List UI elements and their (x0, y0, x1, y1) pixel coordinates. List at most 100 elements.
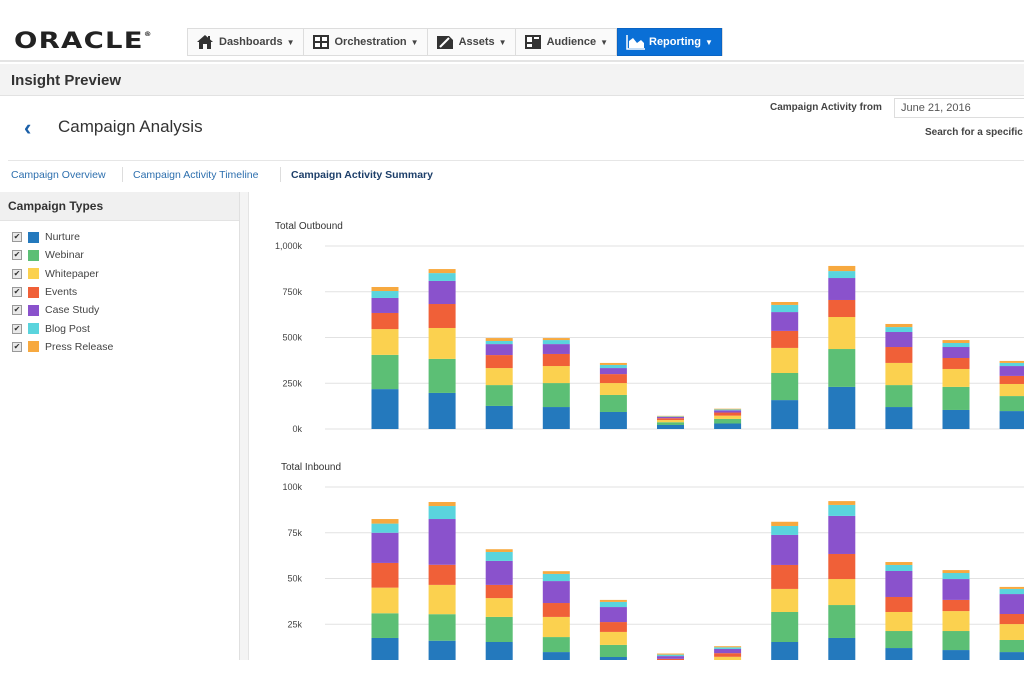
bar-stack[interactable] (371, 286, 399, 429)
checkbox[interactable]: ✔ (12, 287, 22, 298)
bar-segment-blog-post[interactable] (885, 327, 913, 333)
bar-segment-blog-post[interactable] (942, 342, 970, 348)
bar-segment-nurture[interactable] (999, 411, 1024, 429)
bar-segment-nurture[interactable] (885, 648, 913, 660)
bar-segment-events[interactable] (714, 653, 742, 657)
bar-segment-nurture[interactable] (828, 386, 856, 429)
bar-segment-nurture[interactable] (428, 640, 456, 660)
bar-segment-webinar[interactable] (942, 386, 970, 410)
nav-dashboards[interactable]: Dashboards ▼ (188, 29, 304, 55)
bar-segment-case-study[interactable] (942, 347, 970, 358)
bar-segment-events[interactable] (714, 412, 742, 416)
bar-segment-nurture[interactable] (942, 650, 970, 660)
bar-stack[interactable] (714, 408, 742, 429)
bar-stack[interactable] (999, 360, 1024, 429)
bar-segment-events[interactable] (485, 584, 513, 599)
bar-segment-nurture[interactable] (885, 407, 913, 429)
bar-segment-webinar[interactable] (428, 358, 456, 393)
bar-segment-blog-post[interactable] (485, 340, 513, 345)
bar-segment-press-release[interactable] (771, 521, 799, 526)
bar-segment-webinar[interactable] (485, 385, 513, 406)
bar-segment-press-release[interactable] (885, 562, 913, 565)
bar-segment-webinar[interactable] (771, 611, 799, 643)
campaign-type-nurture[interactable]: ✔ Nurture (0, 228, 239, 246)
bar-segment-whitepaper[interactable] (485, 598, 513, 617)
bar-segment-whitepaper[interactable] (599, 631, 627, 645)
bar-segment-blog-post[interactable] (599, 364, 627, 369)
bar-segment-events[interactable] (371, 562, 399, 588)
bar-segment-blog-post[interactable] (771, 304, 799, 313)
bar-segment-blog-post[interactable] (542, 573, 570, 582)
bar-segment-webinar[interactable] (542, 637, 570, 653)
bar-segment-nurture[interactable] (999, 652, 1024, 660)
bar-stack[interactable] (485, 338, 513, 429)
bar-segment-nurture[interactable] (428, 392, 456, 429)
bar-segment-nurture[interactable] (828, 637, 856, 660)
checkbox[interactable]: ✔ (12, 305, 22, 316)
bar-segment-case-study[interactable] (485, 344, 513, 356)
bar-segment-nurture[interactable] (542, 407, 570, 429)
bar-segment-blog-post[interactable] (599, 601, 627, 608)
campaign-type-events[interactable]: ✔ Events (0, 283, 239, 301)
bar-stack[interactable] (828, 501, 856, 660)
tab-campaign-activity-summary[interactable]: Campaign Activity Summary (291, 169, 433, 181)
bar-segment-blog-post[interactable] (428, 506, 456, 520)
bar-segment-whitepaper[interactable] (542, 616, 570, 638)
bar-segment-events[interactable] (542, 603, 570, 617)
bar-segment-whitepaper[interactable] (771, 347, 799, 374)
bar-segment-blog-post[interactable] (371, 523, 399, 533)
bar-segment-case-study[interactable] (428, 519, 456, 565)
bar-segment-events[interactable] (599, 622, 627, 632)
panel-splitter[interactable] (240, 192, 249, 660)
bar-stack[interactable] (599, 362, 627, 429)
bar-segment-webinar[interactable] (999, 396, 1024, 412)
bar-segment-press-release[interactable] (942, 570, 970, 574)
bar-segment-case-study[interactable] (657, 656, 684, 659)
tab-campaign-overview[interactable]: Campaign Overview (11, 169, 106, 181)
bar-segment-case-study[interactable] (599, 368, 627, 375)
bar-segment-case-study[interactable] (885, 332, 913, 348)
bar-segment-press-release[interactable] (485, 338, 513, 341)
bar-stack[interactable] (485, 549, 513, 660)
bar-segment-press-release[interactable] (599, 362, 627, 365)
bar-segment-press-release[interactable] (371, 519, 399, 524)
bar-segment-events[interactable] (828, 553, 856, 580)
bar-segment-case-study[interactable] (371, 532, 399, 563)
bar-segment-case-study[interactable] (542, 344, 570, 354)
bar-segment-blog-post[interactable] (828, 271, 856, 279)
bar-segment-whitepaper[interactable] (428, 327, 456, 359)
bar-segment-press-release[interactable] (942, 340, 970, 343)
bar-segment-nurture[interactable] (485, 405, 513, 429)
bar-segment-press-release[interactable] (885, 323, 913, 328)
nav-orchestration[interactable]: Orchestration ▼ (304, 29, 428, 55)
bar-segment-webinar[interactable] (885, 385, 913, 408)
bar-segment-webinar[interactable] (542, 383, 570, 408)
nav-assets[interactable]: Assets ▼ (428, 29, 516, 55)
bar-segment-webinar[interactable] (999, 639, 1024, 653)
bar-stack[interactable] (885, 323, 913, 429)
bar-segment-case-study[interactable] (771, 534, 799, 565)
campaign-type-blog-post[interactable]: ✔ Blog Post (0, 319, 239, 337)
bar-segment-events[interactable] (371, 312, 399, 330)
bar-stack[interactable] (771, 521, 799, 660)
bar-segment-whitepaper[interactable] (885, 611, 913, 632)
bar-segment-webinar[interactable] (428, 614, 456, 641)
bar-segment-case-study[interactable] (371, 297, 399, 313)
bar-stack[interactable] (428, 502, 456, 660)
bar-segment-webinar[interactable] (371, 354, 399, 390)
bar-segment-events[interactable] (999, 375, 1024, 384)
bar-segment-whitepaper[interactable] (999, 383, 1024, 397)
bar-segment-whitepaper[interactable] (714, 656, 742, 660)
bar-segment-blog-post[interactable] (771, 525, 799, 535)
bar-segment-whitepaper[interactable] (999, 624, 1024, 640)
bar-segment-nurture[interactable] (942, 409, 970, 429)
bar-segment-nurture[interactable] (714, 423, 742, 429)
bar-stack[interactable] (771, 301, 799, 429)
bar-segment-blog-post[interactable] (999, 588, 1024, 595)
bar-segment-case-study[interactable] (428, 280, 456, 305)
bar-segment-case-study[interactable] (885, 570, 913, 597)
campaign-type-webinar[interactable]: ✔ Webinar (0, 246, 239, 264)
bar-segment-whitepaper[interactable] (542, 366, 570, 384)
bar-segment-events[interactable] (485, 355, 513, 369)
bar-segment-case-study[interactable] (999, 366, 1024, 376)
